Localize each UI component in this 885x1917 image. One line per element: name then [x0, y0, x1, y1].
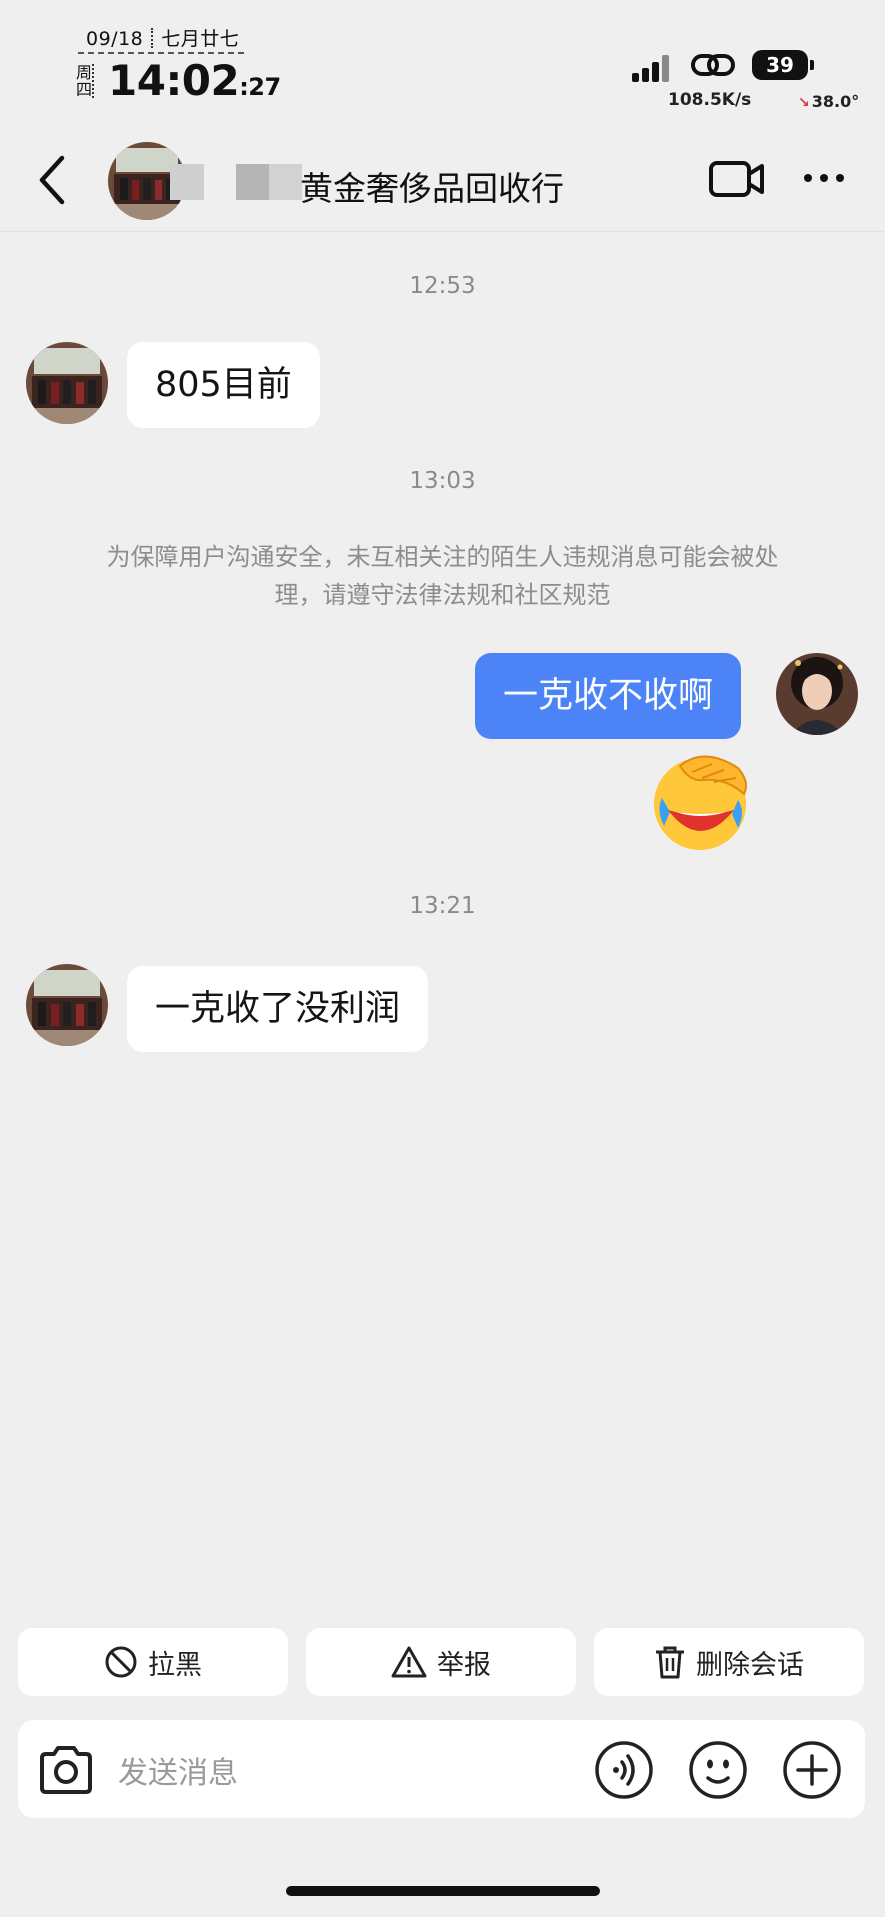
signal-icon: [632, 54, 670, 82]
thermometer-icon: ↘: [798, 95, 810, 111]
battery-level: 39: [766, 53, 794, 77]
outgoing-message-bubble[interactable]: 一克收不收啊: [475, 653, 742, 739]
plus-icon[interactable]: [782, 1740, 842, 1800]
more-options-icon[interactable]: [800, 158, 848, 198]
safety-notice: 为保障用户沟通安全，未互相关注的陌生人违规消息可能会被处理，请遵守法律法规和社区…: [106, 543, 779, 609]
chat-header: 黄金奢侈品回收行: [0, 128, 885, 232]
camera-icon[interactable]: [36, 1742, 96, 1798]
home-indicator[interactable]: [286, 1886, 600, 1896]
clock-time: 14:02: [108, 56, 240, 105]
trash-icon: [656, 1646, 684, 1679]
delete-conversation-label: 删除会话: [696, 1649, 804, 1681]
weekday-text: 周四: [76, 63, 94, 99]
crying-laughing-facepalm-emoji[interactable]: [646, 748, 758, 854]
clock: 14:02:27: [108, 56, 281, 105]
temperature-value: 38.0°: [811, 92, 860, 111]
hotspot-link-icon: [691, 54, 735, 76]
message-input-bar: 发送消息: [18, 1720, 865, 1818]
network-speed: 108.5K/s: [668, 90, 752, 110]
sender-avatar[interactable]: [26, 342, 108, 424]
delete-conversation-button[interactable]: 删除会话: [594, 1628, 864, 1696]
incoming-message-bubble[interactable]: 805目前: [127, 342, 320, 428]
temperature: ↘ 38.0°: [798, 92, 859, 111]
voice-message-icon[interactable]: [594, 1740, 654, 1800]
redacted-area: [170, 164, 204, 200]
redacted-area: [236, 164, 302, 200]
report-label: 举报: [437, 1649, 491, 1681]
incoming-message-bubble[interactable]: 一克收了没利润: [127, 966, 429, 1052]
clock-seconds: :27: [239, 73, 281, 101]
battery-icon: 39: [752, 50, 814, 80]
report-button[interactable]: 举报: [306, 1628, 576, 1696]
my-avatar[interactable]: [776, 653, 858, 735]
timestamp-divider: 13:03: [409, 468, 476, 494]
status-bar: 09/18 七月廿七 周四 14:02:27 39 108.5K/s ↘ 38.0°: [0, 0, 885, 120]
stranger-actions-bar: 拉黑 举报 删除会话: [18, 1628, 864, 1696]
block-button[interactable]: 拉黑: [18, 1628, 288, 1696]
warning-icon: [391, 1646, 427, 1678]
block-label: 拉黑: [148, 1649, 202, 1681]
emoji-icon[interactable]: [688, 1740, 748, 1800]
sender-avatar[interactable]: [26, 964, 108, 1046]
lunar-date-text: 七月廿七: [161, 28, 240, 50]
chat-title: 黄金奢侈品回收行: [300, 169, 564, 208]
back-arrow-icon[interactable]: [30, 150, 74, 210]
video-call-icon[interactable]: [708, 156, 766, 202]
status-date: 09/18 七月廿七: [86, 24, 239, 51]
timestamp-divider: 12:53: [409, 273, 476, 299]
message-input[interactable]: 发送消息: [118, 1748, 238, 1792]
block-icon: [105, 1646, 137, 1678]
date-text: 09/18: [86, 28, 144, 50]
timestamp-divider: 13:21: [409, 893, 476, 919]
